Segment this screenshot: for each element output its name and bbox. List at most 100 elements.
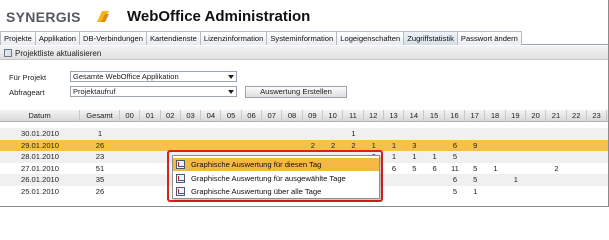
hour-cell xyxy=(120,186,140,198)
hour-cell xyxy=(282,128,302,140)
total-cell: 26 xyxy=(95,140,105,150)
column-header-hour: 17 xyxy=(465,110,486,122)
hour-cell xyxy=(120,174,140,186)
column-header-hour: 00 xyxy=(120,110,141,122)
hour-cell xyxy=(526,128,546,140)
menu-item-label: Graphische Auswertung über alle Tage xyxy=(191,187,322,196)
hour-cell xyxy=(445,128,465,140)
hour-cell xyxy=(120,140,140,152)
tab-db-verbindungen[interactable]: DB-Verbindungen xyxy=(79,31,146,45)
hour-cell xyxy=(485,186,505,198)
tab-kartendienste[interactable]: Kartendienste xyxy=(145,31,200,45)
hour-cell xyxy=(140,186,160,198)
hour-cell xyxy=(120,151,140,163)
date-cell: 27.01.2010 xyxy=(20,163,59,173)
tab-systeminformation[interactable]: Systeminformation xyxy=(266,31,337,45)
tab-applikation[interactable]: Applikation xyxy=(34,31,80,45)
tab-passwort-aendern[interactable]: Passwort ändern xyxy=(456,31,522,45)
column-header-hour: 09 xyxy=(303,110,323,122)
hour-cell xyxy=(181,128,201,140)
hour-cell: 6 xyxy=(452,140,458,150)
synergis-logo: SYNERGIS xyxy=(6,9,81,25)
menu-item-label: Graphische Auswertung für ausgewählte Ta… xyxy=(191,174,346,183)
hour-cell xyxy=(425,128,445,140)
column-header-hour: 05 xyxy=(222,110,242,122)
date-cell: 29.01.2010 xyxy=(20,140,59,150)
hour-cell xyxy=(506,151,526,163)
create-report-button[interactable]: Auswertung Erstellen xyxy=(245,86,347,98)
menu-item-graph-selected-days[interactable]: Graphische Auswertung für ausgewählte Ta… xyxy=(173,172,379,185)
hour-cell xyxy=(587,151,607,163)
column-header-hour: 03 xyxy=(181,110,202,122)
hour-cell xyxy=(140,128,160,140)
hour-cell xyxy=(506,128,526,140)
hour-cell xyxy=(425,174,445,186)
hour-cell xyxy=(465,151,485,163)
hour-cell xyxy=(546,151,566,163)
hour-cell: 1 xyxy=(391,140,397,150)
date-cell: 26.01.2010 xyxy=(20,175,59,184)
project-select[interactable]: Gesamte WebOffice Applikation xyxy=(70,71,237,82)
hour-cell xyxy=(567,128,587,140)
hour-cell xyxy=(506,186,526,198)
hour-cell: 1 xyxy=(473,186,478,196)
hour-cell: 11 xyxy=(451,163,459,173)
project-label: Für Projekt xyxy=(9,73,47,82)
date-cell: 25.01.2010 xyxy=(20,186,59,196)
query-type-select[interactable]: Projektaufruf xyxy=(70,86,237,97)
hour-cell xyxy=(546,174,566,186)
hour-cell: 1 xyxy=(432,152,437,161)
hour-cell xyxy=(546,186,566,198)
hour-cell xyxy=(404,186,424,198)
hour-cell xyxy=(526,151,546,163)
menu-item-graph-this-day[interactable]: Graphische Auswertung für diesen Tag xyxy=(173,158,379,171)
hour-cell xyxy=(140,140,160,152)
hour-cell xyxy=(567,140,587,152)
hour-cell xyxy=(262,128,282,140)
context-menu-highlight-frame: Graphische Auswertung für diesen Tag Gra… xyxy=(167,150,383,202)
hour-cell xyxy=(404,128,424,140)
menu-item-graph-all-days[interactable]: Graphische Auswertung über alle Tage xyxy=(173,185,379,198)
column-header-hour: 02 xyxy=(161,110,181,122)
total-cell: 51 xyxy=(95,163,105,173)
hour-cell xyxy=(303,128,323,140)
tab-logeigenschaften[interactable]: Logeigenschaften xyxy=(336,31,404,45)
hour-cell xyxy=(364,128,384,140)
hour-cell xyxy=(506,140,526,152)
tab-zugriffstatistik[interactable]: Zugriffstatistik xyxy=(403,31,457,45)
hour-cell xyxy=(161,128,181,140)
table-row[interactable]: 30.01.2010 1 1 xyxy=(0,128,608,140)
hour-cell xyxy=(526,163,546,175)
hour-cell xyxy=(546,128,566,140)
hour-cell xyxy=(242,128,262,140)
column-header-hour: 06 xyxy=(242,110,263,122)
tab-lizenzinformation[interactable]: Lizenzinformation xyxy=(199,31,267,45)
total-cell: 35 xyxy=(95,175,105,184)
refresh-icon xyxy=(4,49,12,57)
refresh-project-list-button[interactable]: Projektliste aktualisieren xyxy=(4,47,101,59)
hour-cell xyxy=(120,163,140,175)
hour-cell xyxy=(222,128,242,140)
hour-cell xyxy=(567,163,587,175)
hour-cell xyxy=(506,163,526,175)
weboffice-admin-window: SYNERGIS WebOffice Administration Projek… xyxy=(0,0,609,207)
date-cell: 30.01.2010 xyxy=(20,129,59,138)
column-header-hour: 08 xyxy=(282,110,303,122)
tab-projekte[interactable]: Projekte xyxy=(0,31,35,45)
hour-cell xyxy=(526,174,546,186)
hour-cell xyxy=(567,186,587,198)
hour-cell xyxy=(425,186,445,198)
logo-swoosh-icon xyxy=(97,11,109,22)
menu-item-label: Graphische Auswertung für diesen Tag xyxy=(191,160,322,169)
hour-cell: 5 xyxy=(412,163,417,173)
column-header-hour: 01 xyxy=(140,110,161,122)
app-title: WebOffice Administration xyxy=(127,8,311,25)
column-header-hour: 21 xyxy=(546,110,567,122)
hour-cell xyxy=(323,128,343,140)
column-header-total: Gesamt xyxy=(80,110,120,122)
hour-cell xyxy=(384,128,404,140)
hour-cell xyxy=(140,174,160,186)
main-tabs: Projekte Applikation DB-Verbindungen Kar… xyxy=(0,31,608,45)
chart-icon xyxy=(176,187,185,196)
hour-cell xyxy=(567,151,587,163)
